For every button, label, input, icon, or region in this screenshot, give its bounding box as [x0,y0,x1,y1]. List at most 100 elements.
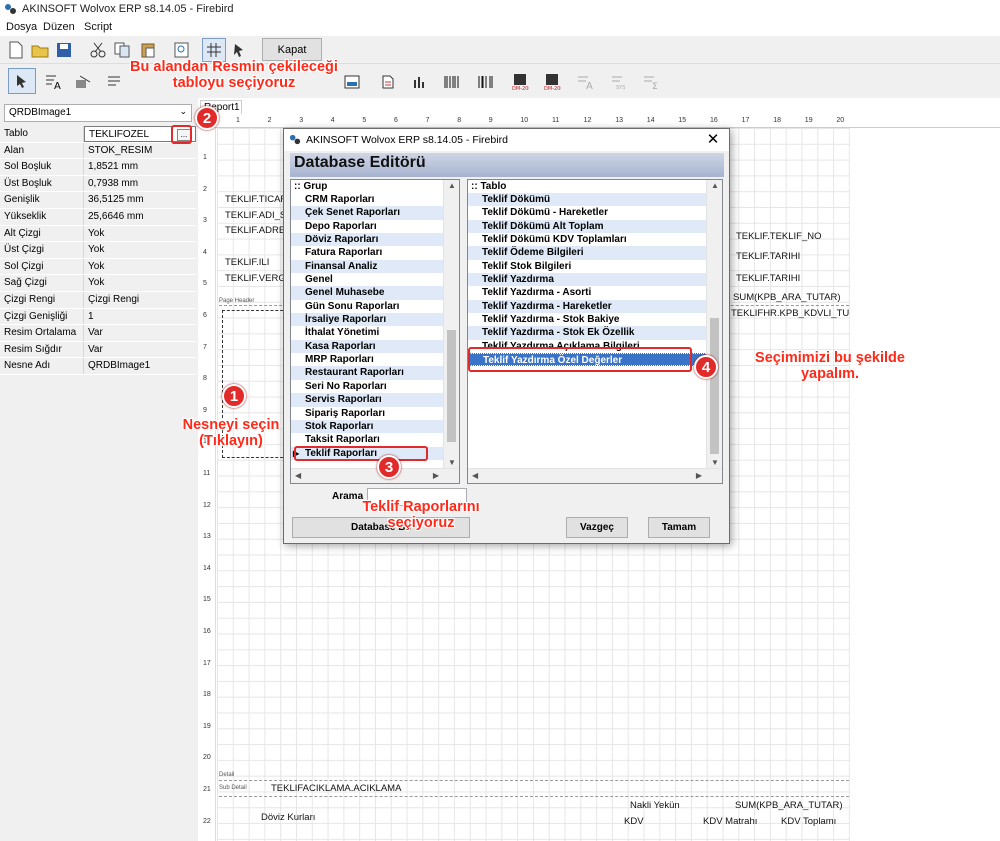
dm200b-tool-icon[interactable]: DM-200 [540,70,564,94]
property-row[interactable]: Çizgi Genişliği 1 [0,308,196,326]
table-item[interactable]: Teklif Dökümü - Hareketler [468,206,722,219]
property-row[interactable]: Sol Boşluk 1,8521 mm [0,159,196,176]
table-item[interactable]: Teklif Yazdırma - Stok Bakiye [468,313,722,326]
dm200-tool-icon[interactable]: DM-200 [508,70,532,94]
property-value[interactable]: STOK_RESIM [84,142,196,159]
property-value[interactable]: Var [84,341,196,358]
field-kdv-toplami[interactable]: KDV Toplamı [781,816,836,827]
property-row[interactable]: Resim Sığdır Var [0,341,196,359]
table-item[interactable]: Teklif Yazdırma - Asorti [468,286,722,299]
close-icon[interactable]: ✕ [703,130,723,148]
table-list-scrollbar[interactable]: ▲ ▼ [706,180,722,468]
property-row[interactable]: Nesne Adı QRDBImage1 [0,358,196,375]
scroll-thumb[interactable] [447,330,456,442]
field-ili[interactable]: TEKLIF.ILI [225,257,269,268]
table-item[interactable]: Teklif Dökümü Alt Toplam [468,219,722,234]
property-value[interactable]: 1,8521 mm [84,159,196,175]
group-item[interactable]: Taksit Raporları [291,433,459,446]
group-item[interactable]: Restaurant Raporları [291,366,459,380]
group-item[interactable]: Kasa Raporları [291,339,459,354]
property-value[interactable]: 25,6646 mm [84,208,196,225]
group-item[interactable]: CRM Raporları [291,193,459,206]
table-item[interactable]: Teklif Stok Bilgileri [468,260,722,273]
property-row-tablo[interactable]: Tablo TEKLIFOZEL... [0,126,196,143]
table-item[interactable]: Teklif Yazdırma - Hareketler [468,299,722,314]
group-item[interactable]: Depo Raporları [291,220,459,233]
scroll-thumb[interactable] [710,318,719,454]
table-list-hscrollbar[interactable]: ◀ ▶ [468,468,722,483]
group-list-scrollbar[interactable]: ▲ ▼ [443,180,459,468]
property-row[interactable]: Alan STOK_RESIM [0,142,196,160]
group-item[interactable]: Sipariş Raporları [291,407,459,420]
field-kdvli-tutar[interactable]: TEKLIFHR.KPB_KDVLI_TU [731,308,849,319]
scroll-left-icon[interactable]: ◀ [472,471,478,480]
field-teklif-no[interactable]: TEKLIF.TEKLIF_NO [736,231,822,242]
table-item[interactable]: Teklif Yazdırma [468,273,722,287]
field-sum-ara-tutar-2[interactable]: SUM(KPB_ARA_TUTAR) [735,800,843,811]
menu-dosya[interactable]: Dosya [6,21,37,33]
property-value[interactable]: Yok [84,225,196,242]
table-item[interactable]: Teklif Yazdırma - Stok Ek Özellik [468,326,722,340]
group-item[interactable]: Genel [291,273,459,286]
property-row[interactable]: Üst Boşluk 0,7938 mm [0,175,196,193]
barcode2-tool-icon[interactable] [474,70,498,94]
group-item[interactable]: MRP Raporları [291,353,459,366]
component-select[interactable]: QRDBImage1 ⌄ [4,104,192,122]
property-value[interactable]: Yok [84,258,196,275]
cancel-button[interactable]: Vazgeç [566,517,628,538]
select-pointer-icon[interactable] [8,68,36,94]
barcode-tool-icon[interactable] [440,70,464,94]
group-item[interactable]: Çek Senet Raporları [291,206,459,220]
table-list[interactable]: :: Tablo Teklif Dökümü Teklif Dökümü - Ha… [467,179,723,484]
property-value[interactable]: QRDBImage1 [84,358,196,374]
dbtext-tool-icon[interactable] [72,70,96,94]
property-row[interactable]: Resim Ortalama Var [0,325,196,342]
property-row[interactable]: Sol Çizgi Yok [0,258,196,276]
property-value[interactable]: Çizgi Rengi [84,291,196,308]
group-item[interactable]: Servis Raporları [291,393,459,407]
open-folder-icon[interactable] [28,38,52,62]
sysdata-icon[interactable]: SYS [608,70,632,94]
scroll-up-icon[interactable]: ▲ [448,181,456,190]
property-value[interactable]: Yok [84,242,196,258]
property-value[interactable]: 1 [84,308,196,325]
group-list[interactable]: :: Grup CRM Raporları Çek Senet Raporları… [290,179,460,484]
field-aciklama[interactable]: TEKLIFACIKLAMA.ACIKLAMA [271,783,401,794]
table-item[interactable]: Teklif Dökümü KDV Toplamları [468,233,722,246]
property-value[interactable]: Yok [84,275,196,291]
label-tool-icon[interactable]: A [42,70,66,94]
field-nakli-yekun[interactable]: Nakli Yekün [630,800,680,811]
group-item[interactable]: Gün Sonu Raporları [291,300,459,313]
scroll-right-icon[interactable]: ▶ [433,471,439,480]
sum-tool-icon[interactable]: Σ [640,70,664,94]
group-item[interactable]: Döviz Raporları [291,233,459,247]
scroll-down-icon[interactable]: ▼ [448,458,456,467]
field-tarihi-2[interactable]: TEKLIF.TARIHI [736,273,800,284]
field-kdv-matrahi[interactable]: KDV Matrahı [703,816,757,827]
property-value[interactable]: Var [84,325,196,341]
save-icon[interactable] [52,38,76,62]
property-row[interactable]: Çizgi Rengi Çizgi Rengi [0,291,196,309]
group-item[interactable]: İthalat Yönetimi [291,326,459,339]
new-file-icon[interactable] [4,38,28,62]
property-row[interactable]: Üst Çizgi Yok [0,242,196,259]
chart-tool-icon[interactable] [408,70,432,94]
table-item[interactable]: Teklif Ödeme Bilgileri [468,246,722,260]
group-item[interactable]: Stok Raporları [291,419,459,434]
scroll-right-icon[interactable]: ▶ [696,471,702,480]
richtext-tool-icon[interactable] [376,70,400,94]
ok-button[interactable]: Tamam [648,517,710,538]
field-sum-ara-tutar[interactable]: SUM(KPB_ARA_TUTAR) [733,292,841,303]
property-value[interactable]: 36,5125 mm [84,192,196,208]
group-item[interactable]: Fatura Raporları [291,246,459,259]
group-item[interactable]: Genel Muhasebe [291,286,459,300]
field-doviz-kurlari[interactable]: Döviz Kurları [261,812,315,823]
table-item[interactable]: Teklif Dökümü [468,193,722,207]
group-item[interactable]: Seri No Raporları [291,380,459,393]
sysdata-a-icon[interactable]: A [574,70,598,94]
property-row[interactable]: Alt Çizgi Yok [0,225,196,243]
close-button[interactable]: Kapat [262,38,322,61]
scroll-down-icon[interactable]: ▼ [711,458,719,467]
property-value[interactable]: 0,7938 mm [84,175,196,192]
group-list-hscrollbar[interactable]: ◀ ▶ [291,468,459,483]
